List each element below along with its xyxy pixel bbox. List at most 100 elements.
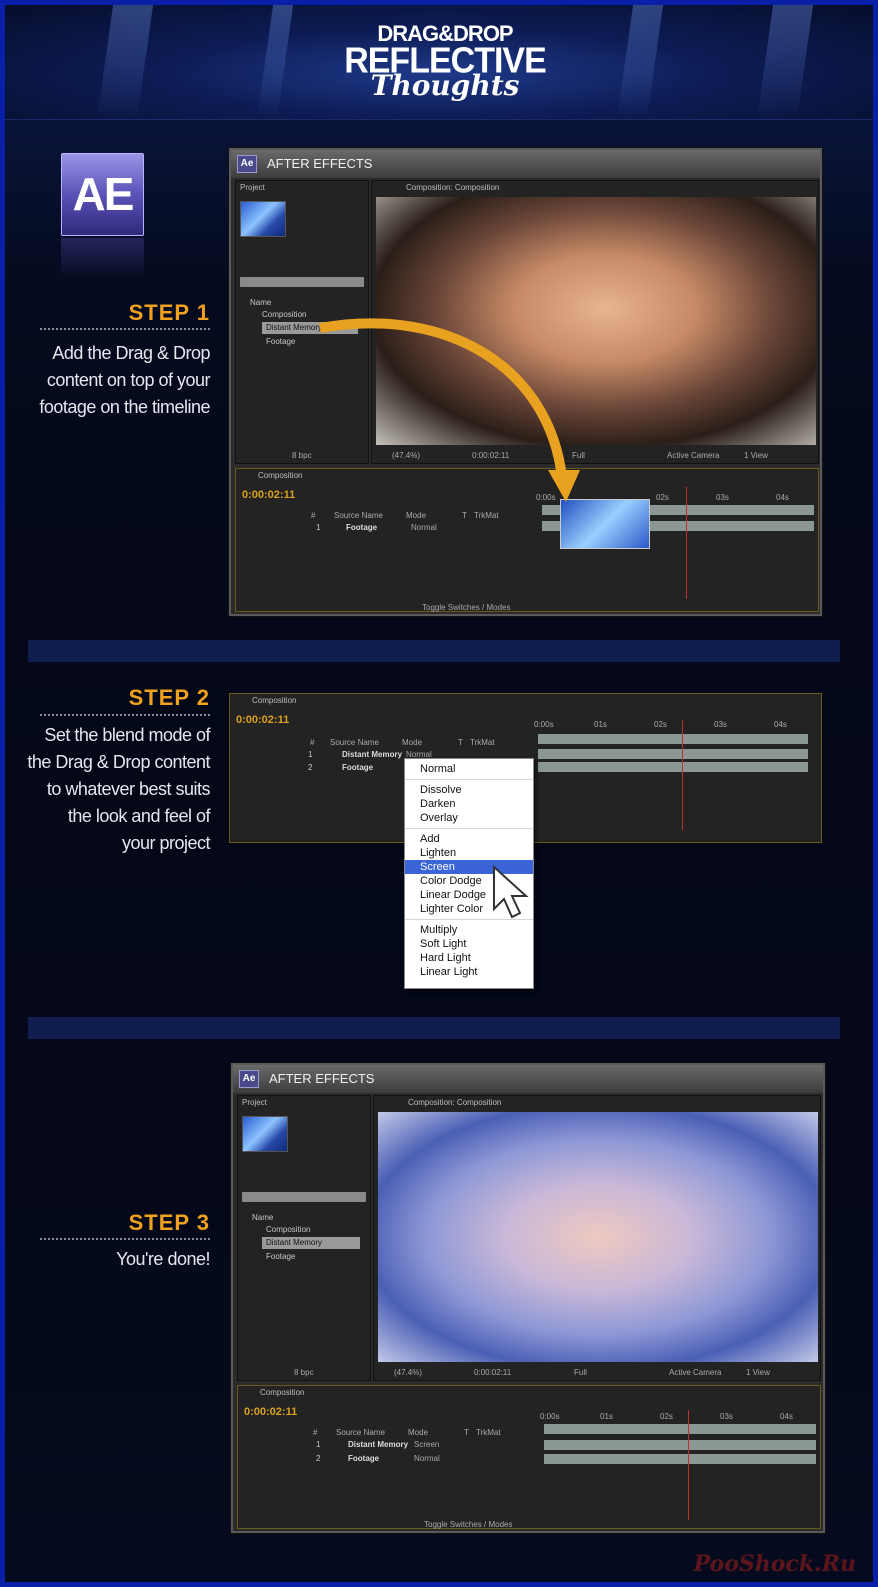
zoom-level[interactable]: (47.4%) — [394, 1368, 422, 1377]
layer-distant-bar[interactable] — [544, 1440, 816, 1450]
menu-item-multiply[interactable]: Multiply — [405, 923, 533, 937]
tick-3: 03s — [716, 493, 729, 502]
layer-2-mode[interactable]: Normal — [414, 1454, 440, 1463]
playhead[interactable] — [682, 720, 683, 830]
camera-select[interactable]: Active Camera — [669, 1368, 721, 1377]
step3-title: STEP 3 — [128, 1210, 210, 1235]
resolution-select[interactable]: Full — [574, 1368, 587, 1377]
step1-divider — [40, 328, 210, 330]
menu-item-add[interactable]: Add — [405, 832, 533, 846]
section-separator-1 — [28, 640, 840, 662]
project-item-distant-memory[interactable]: Distant Memory — [262, 1237, 360, 1249]
tab-project[interactable]: Project — [238, 1096, 267, 1110]
layer-footage-bar[interactable] — [544, 1454, 816, 1464]
after-effects-icon: AE — [61, 153, 144, 236]
playhead[interactable] — [686, 487, 687, 599]
ae-titlebar: Ae AFTER EFFECTS — [233, 1065, 823, 1093]
col-source: Source Name — [330, 738, 379, 747]
step3-text: You're done! — [116, 1249, 210, 1269]
layer-1-mode[interactable]: Screen — [414, 1440, 439, 1449]
col-trkmat: TrkMat — [474, 511, 499, 520]
toggle-switches[interactable]: Toggle Switches / Modes — [422, 603, 511, 612]
tick-0: 0:00s — [534, 720, 554, 729]
drag-arrow-icon — [319, 318, 580, 502]
col-mode: Mode — [406, 511, 427, 520]
timeline-timecode[interactable]: 0:00:02:11 — [244, 1406, 297, 1418]
tick-2: 02s — [656, 493, 669, 502]
timeline-timecode[interactable]: 0:00:02:11 — [236, 714, 289, 726]
layer-2-num: 2 — [316, 1454, 321, 1463]
name-header: Name — [252, 1213, 274, 1222]
toggle-switches[interactable]: Toggle Switches / Modes — [424, 1520, 513, 1529]
step2-text: Set the blend mode of the Drag & Drop con… — [27, 725, 210, 853]
layer-footage-name[interactable]: Footage — [346, 523, 377, 532]
tab-project[interactable]: Project — [236, 181, 265, 195]
tick-4: 04s — [776, 493, 789, 502]
bpc-label[interactable]: 8 bpc — [294, 1368, 314, 1377]
col-mode: Mode — [408, 1428, 429, 1437]
tick-2: 02s — [660, 1412, 673, 1421]
menu-separator — [405, 779, 533, 780]
menu-item-overlay[interactable]: Overlay — [405, 811, 533, 825]
layer-1-num: 1 — [316, 1440, 321, 1449]
layer-1-num: 1 — [316, 523, 321, 532]
menu-item-lighten[interactable]: Lighten — [405, 846, 533, 860]
col-num: # — [311, 511, 316, 520]
menu-item-hard-light[interactable]: Hard Light — [405, 951, 533, 965]
composition-viewer — [378, 1112, 818, 1362]
tick-3: 03s — [720, 1412, 733, 1421]
camera-select[interactable]: Active Camera — [667, 451, 719, 460]
views-select[interactable]: 1 View — [746, 1368, 770, 1377]
layer-1-mode[interactable]: Normal — [411, 523, 437, 532]
layer-footage-bar[interactable] — [538, 762, 808, 772]
layer-distant-bar[interactable] — [538, 749, 808, 759]
logo-line2: REFLECTIVE — [344, 41, 547, 81]
tab-timeline[interactable]: Composition — [256, 1386, 304, 1400]
timeline-work-area[interactable] — [538, 734, 808, 744]
layer-1-num: 1 — [308, 750, 313, 759]
ae-window-step3: Ae AFTER EFFECTS Project Name Compositio… — [231, 1063, 825, 1533]
layer-footage-name[interactable]: Footage — [348, 1454, 379, 1463]
menu-item-linear-light[interactable]: Linear Light — [405, 965, 533, 979]
layer-distant-name[interactable]: Distant Memory — [342, 750, 402, 759]
col-t: T — [464, 1428, 469, 1437]
col-mode: Mode — [402, 738, 423, 747]
project-item-composition[interactable]: Composition — [242, 1224, 364, 1236]
header-banner: DRAG&DROP REFLECTIVE Thoughts — [5, 5, 873, 120]
project-search-input[interactable] — [242, 1192, 366, 1202]
col-trkmat: TrkMat — [470, 738, 495, 747]
tick-1: 01s — [600, 1412, 613, 1421]
menu-item-normal[interactable]: Normal — [405, 762, 533, 776]
tick-1: 01s — [594, 720, 607, 729]
ae-titlebar: Ae AFTER EFFECTS — [231, 150, 820, 178]
col-source: Source Name — [334, 511, 383, 520]
col-source: Source Name — [336, 1428, 385, 1437]
menu-item-soft-light[interactable]: Soft Light — [405, 937, 533, 951]
project-search-input[interactable] — [240, 277, 364, 287]
tab-composition[interactable]: Composition: Composition — [404, 1096, 501, 1110]
project-item-footage[interactable]: Footage — [242, 1251, 364, 1263]
timeline-work-area[interactable] — [544, 1424, 816, 1434]
menu-item-dissolve[interactable]: Dissolve — [405, 783, 533, 797]
col-num: # — [313, 1428, 318, 1437]
menu-item-darken[interactable]: Darken — [405, 797, 533, 811]
tab-composition[interactable]: Composition: Composition — [402, 181, 499, 195]
layer-2-num: 2 — [308, 763, 313, 772]
timeline-panel: Composition 0:00:02:11 # Source Name Mod… — [237, 1385, 821, 1529]
comp-timecode[interactable]: 0:00:02:11 — [474, 1368, 511, 1377]
tab-timeline[interactable]: Composition — [254, 469, 302, 483]
watermark: PooShock.Ru — [693, 1551, 856, 1577]
layer-distant-name[interactable]: Distant Memory — [348, 1440, 408, 1449]
tick-2: 02s — [654, 720, 667, 729]
layer-footage-name[interactable]: Footage — [342, 763, 373, 772]
views-select[interactable]: 1 View — [744, 451, 768, 460]
timeline-timecode[interactable]: 0:00:02:11 — [242, 489, 295, 501]
menu-separator — [405, 828, 533, 829]
tab-timeline[interactable]: Composition — [248, 694, 296, 708]
tick-4: 04s — [780, 1412, 793, 1421]
col-trkmat: TrkMat — [476, 1428, 501, 1437]
step1-text: Add the Drag & Drop content on top of you… — [39, 343, 210, 417]
playhead[interactable] — [688, 1410, 689, 1520]
project-thumbnail — [240, 201, 286, 237]
project-thumbnail — [242, 1116, 288, 1152]
